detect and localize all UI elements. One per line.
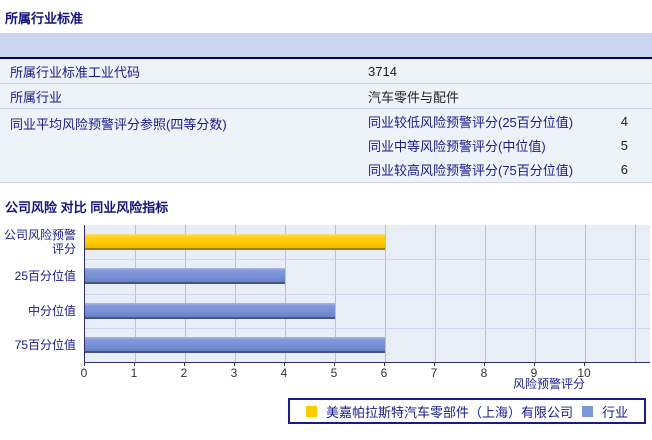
industry-bar bbox=[85, 268, 285, 284]
peer-score-label: 同业中等风险预警评分(中位值) bbox=[368, 138, 546, 154]
x-tick-mark bbox=[384, 362, 385, 366]
table-row: 所属行业标准工业代码 3714 bbox=[0, 59, 652, 84]
table-row: 所属行业 汽车零件与配件 bbox=[0, 84, 652, 109]
row-label: 所属行业标准工业代码 bbox=[10, 64, 141, 80]
company-legend-label: 美嘉帕拉斯特汽车零部件（上海）有限公司 bbox=[325, 404, 573, 420]
x-tick-label: 2 bbox=[180, 366, 188, 380]
row-label: 同业平均风险预警评分参照(四等分数) bbox=[10, 117, 227, 132]
peer-score-value: 5 bbox=[620, 137, 628, 153]
x-tick-mark bbox=[134, 362, 135, 366]
x-tick-mark bbox=[484, 362, 485, 366]
risk-report-page: 所属行业标准 所属行业标准工业代码 3714 所属行业 汽车零件与配件 同业平均… bbox=[0, 0, 652, 440]
x-tick-mark bbox=[234, 362, 235, 366]
x-tick-label: 4 bbox=[280, 366, 288, 380]
x-tick-label: 6 bbox=[380, 366, 388, 380]
row-value: 汽车零件与配件 bbox=[368, 89, 460, 105]
peer-score-subrows: 同业较低风险预警评分(25百分位值) 4 同业中等风险预警评分(中位值) 5 同… bbox=[365, 109, 652, 182]
x-tick-mark bbox=[284, 362, 285, 366]
industry-legend-label: 行业 bbox=[602, 404, 629, 420]
x-tick-mark bbox=[184, 362, 185, 366]
peer-score-row: 同业较低风险预警评分(25百分位值) 4 bbox=[365, 109, 652, 133]
table-row: 同业平均风险预警评分参照(四等分数) 同业较低风险预警评分(25百分位值) 4 … bbox=[0, 109, 652, 183]
peer-score-label: 同业较低风险预警评分(25百分位值) bbox=[368, 114, 574, 130]
company-legend-swatch-icon bbox=[305, 405, 317, 417]
x-tick-label: 3 bbox=[230, 366, 238, 380]
category-separator bbox=[85, 259, 650, 260]
industry-standard-table: 所属行业标准工业代码 3714 所属行业 汽车零件与配件 同业平均风险预警评分参… bbox=[0, 33, 652, 183]
plot-area bbox=[84, 225, 650, 363]
category-separator bbox=[85, 328, 650, 329]
category-label: 公司风险预警评分 bbox=[3, 228, 76, 256]
industry-standard-section-title: 所属行业标准 bbox=[5, 11, 84, 26]
row-label: 所属行业 bbox=[10, 89, 63, 105]
peer-score-label: 同业较高风险预警评分(75百分位值) bbox=[368, 163, 574, 179]
category-separator bbox=[85, 294, 650, 295]
peer-score-value: 6 bbox=[620, 162, 628, 178]
x-tick-label: 8 bbox=[480, 366, 488, 380]
x-axis-title: 风险预警评分 bbox=[512, 377, 585, 391]
x-tick-mark bbox=[584, 362, 585, 366]
table-header-band bbox=[0, 33, 652, 59]
x-tick-mark bbox=[534, 362, 535, 366]
peer-score-row: 同业较高风险预警评分(75百分位值) 6 bbox=[365, 158, 652, 182]
x-tick-label: 7 bbox=[430, 366, 438, 380]
x-tick-mark bbox=[84, 362, 85, 366]
industry-bar bbox=[85, 303, 335, 319]
category-label: 25百分位值 bbox=[14, 269, 76, 283]
chart-legend: 美嘉帕拉斯特汽车零部件（上海）有限公司 行业 bbox=[288, 398, 646, 424]
peer-score-row: 同业中等风险预警评分(中位值) 5 bbox=[365, 133, 652, 157]
x-tick-mark bbox=[434, 362, 435, 366]
industry-legend-swatch-icon bbox=[582, 405, 593, 417]
comparison-section-title: 公司风险 对比 同业风险指标 bbox=[5, 200, 169, 215]
industry-bar bbox=[85, 337, 385, 353]
company-bar bbox=[85, 234, 385, 250]
x-tick-mark bbox=[334, 362, 335, 366]
x-tick-label: 0 bbox=[80, 366, 88, 380]
x-tick-label: 1 bbox=[130, 366, 138, 380]
peer-score-value: 4 bbox=[620, 113, 628, 129]
category-label: 中分位值 bbox=[27, 304, 76, 318]
x-tick-label: 5 bbox=[330, 366, 338, 380]
row-value: 3714 bbox=[368, 63, 397, 79]
category-label: 75百分位值 bbox=[14, 338, 76, 352]
